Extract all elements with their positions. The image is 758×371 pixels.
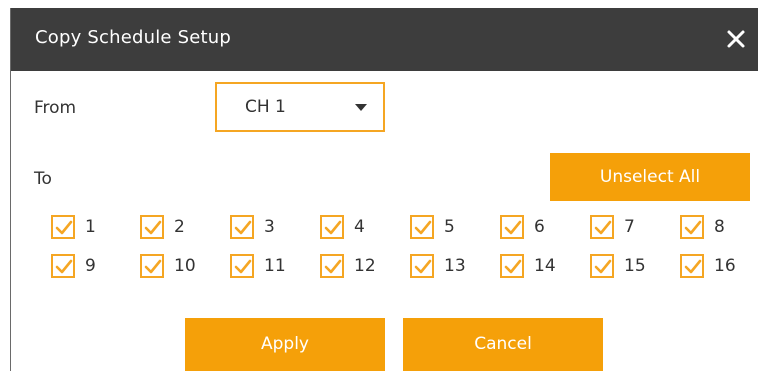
apply-button[interactable]: Apply — [185, 318, 385, 371]
checkmark-icon — [684, 220, 702, 235]
checkbox[interactable] — [680, 254, 704, 278]
checkmark-icon — [144, 220, 162, 235]
checkmark-icon — [324, 220, 342, 235]
from-channel-value: CH 1 — [245, 97, 286, 117]
checkmark-icon — [594, 220, 612, 235]
checkmark-icon — [594, 259, 612, 274]
checkmark-icon — [234, 259, 252, 274]
checkbox[interactable] — [410, 215, 434, 239]
channel-label: 13 — [444, 256, 466, 276]
checkmark-icon — [55, 220, 73, 235]
channel-label: 5 — [444, 217, 455, 237]
checkmark-icon — [324, 259, 342, 274]
checkmark-icon — [504, 220, 522, 235]
checkmark-icon — [504, 259, 522, 274]
checkmark-icon — [414, 220, 432, 235]
checkmark-icon — [144, 259, 162, 274]
close-icon[interactable] — [719, 22, 753, 56]
channel-label: 15 — [624, 256, 646, 276]
dialog-title: Copy Schedule Setup — [35, 27, 232, 48]
checkbox[interactable] — [410, 254, 434, 278]
checkmark-icon — [234, 220, 252, 235]
checkbox[interactable] — [140, 254, 164, 278]
copy-schedule-dialog: Copy Schedule Setup From CH 1 To Unselec… — [10, 8, 758, 371]
checkbox[interactable] — [230, 254, 254, 278]
checkmark-icon — [55, 259, 73, 274]
cancel-button[interactable]: Cancel — [403, 318, 603, 371]
checkbox[interactable] — [320, 254, 344, 278]
channel-label: 14 — [534, 256, 556, 276]
channel-label: 7 — [624, 217, 635, 237]
checkbox[interactable] — [320, 215, 344, 239]
dialog-titlebar: Copy Schedule Setup — [11, 8, 758, 71]
checkbox[interactable] — [230, 215, 254, 239]
checkmark-icon — [684, 259, 702, 274]
channel-label: 16 — [714, 256, 736, 276]
channel-label: 11 — [264, 256, 286, 276]
channel-label: 9 — [85, 256, 96, 276]
to-label: To — [34, 169, 52, 189]
channel-label: 10 — [174, 256, 196, 276]
channel-label: 1 — [85, 217, 96, 237]
checkbox[interactable] — [140, 215, 164, 239]
checkbox[interactable] — [51, 215, 75, 239]
from-label: From — [34, 98, 77, 118]
dropdown-arrow-icon — [355, 104, 367, 111]
checkbox[interactable] — [500, 254, 524, 278]
checkbox[interactable] — [680, 215, 704, 239]
channel-label: 3 — [264, 217, 275, 237]
channel-label: 2 — [174, 217, 185, 237]
checkbox[interactable] — [51, 254, 75, 278]
channel-label: 8 — [714, 217, 725, 237]
checkbox[interactable] — [500, 215, 524, 239]
channel-label: 12 — [354, 256, 376, 276]
checkbox[interactable] — [590, 215, 614, 239]
from-channel-select[interactable]: CH 1 — [215, 82, 385, 132]
channel-label: 4 — [354, 217, 365, 237]
channel-label: 6 — [534, 217, 545, 237]
unselect-all-button[interactable]: Unselect All — [550, 153, 750, 201]
checkbox[interactable] — [590, 254, 614, 278]
checkmark-icon — [414, 259, 432, 274]
